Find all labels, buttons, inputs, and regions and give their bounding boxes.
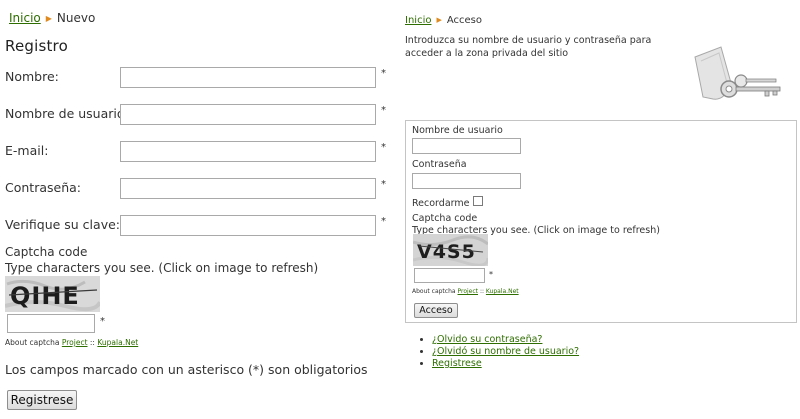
- required-mark: *: [381, 179, 386, 190]
- login-captcha-image[interactable]: V4S5: [413, 234, 488, 266]
- login-password-label: Contraseña: [412, 159, 467, 170]
- required-mark: *: [381, 216, 386, 227]
- login-button[interactable]: Acceso: [414, 303, 458, 318]
- required-mark: *: [100, 316, 105, 327]
- login-panel: Inicio ▶ Acceso Introduzca su nombre de us…: [400, 0, 800, 419]
- login-form: Nombre de usuario Contraseña Recordarme …: [405, 120, 797, 323]
- breadcrumb-current: Acceso: [446, 15, 483, 26]
- breadcrumb-home-link[interactable]: Inicio: [405, 15, 431, 26]
- login-captcha-input[interactable]: [414, 268, 485, 283]
- password-label: Contraseña:: [5, 180, 81, 195]
- required-mark: *: [489, 270, 493, 279]
- email-label: E-mail:: [5, 143, 49, 158]
- captcha-text: QIHE: [10, 282, 80, 310]
- name-field[interactable]: [120, 67, 376, 88]
- register-button[interactable]: Registrese: [7, 390, 77, 410]
- list-item: ¿Olvido su contraseña?: [432, 334, 579, 346]
- username-field[interactable]: [120, 104, 376, 125]
- remember-checkbox[interactable]: [473, 196, 483, 206]
- forgot-password-link[interactable]: ¿Olvido su contraseña?: [432, 334, 542, 345]
- login-captcha-text: V4S5: [417, 241, 476, 263]
- captcha-about-prefix: About captcha: [412, 288, 456, 295]
- required-mark: *: [381, 105, 386, 116]
- captcha-about-separator: ::: [89, 338, 95, 347]
- login-password-field[interactable]: [412, 173, 521, 189]
- username-row: Nombre de usuario: *: [0, 104, 400, 126]
- mandatory-note: Los campos marcado con un asterisco (*) …: [5, 362, 368, 377]
- forgot-username-link[interactable]: ¿Olvidó su nombre de usuario?: [432, 346, 579, 357]
- required-mark: *: [381, 142, 386, 153]
- verify-password-field[interactable]: [120, 215, 376, 236]
- breadcrumb-home-link[interactable]: Inicio: [9, 11, 41, 25]
- login-captcha-about: About captcha Project :: Kupala.Net: [412, 288, 519, 295]
- breadcrumb: Inicio ▶ Nuevo: [9, 11, 95, 25]
- login-username-label: Nombre de usuario: [412, 125, 503, 136]
- captcha-about-prefix: About captcha: [5, 338, 60, 347]
- registration-panel: Inicio ▶ Nuevo Registro Nombre: * Nombre d…: [0, 0, 400, 419]
- captcha-kupala-link[interactable]: Kupala.Net: [486, 288, 519, 295]
- list-item: Registrese: [432, 358, 579, 370]
- captcha-image[interactable]: QIHE: [5, 276, 100, 312]
- login-captcha-label: Captcha code: [412, 213, 478, 224]
- register-link[interactable]: Registrese: [432, 358, 482, 369]
- verify-password-label: Verifique su clave:: [5, 217, 120, 232]
- page-title: Registro: [5, 37, 68, 55]
- verify-password-row: Verifique su clave: *: [0, 215, 400, 237]
- login-username-field[interactable]: [412, 138, 521, 154]
- captcha-about-separator: ::: [479, 288, 484, 295]
- breadcrumb: Inicio ▶ Acceso: [405, 15, 482, 26]
- email-row: E-mail: *: [0, 141, 400, 163]
- login-links: ¿Olvido su contraseña? ¿Olvidó su nombre…: [418, 334, 579, 370]
- captcha-kupala-link[interactable]: Kupala.Net: [97, 338, 138, 347]
- name-row: Nombre: *: [0, 67, 400, 89]
- list-item: ¿Olvidó su nombre de usuario?: [432, 346, 579, 358]
- password-field[interactable]: [120, 178, 376, 199]
- captcha-project-link[interactable]: Project: [457, 288, 478, 295]
- breadcrumb-current: Nuevo: [56, 11, 96, 25]
- login-intro: Introduzca su nombre de usuario y contra…: [405, 35, 652, 59]
- required-mark: *: [381, 68, 386, 79]
- remember-label: Recordarme: [412, 198, 470, 209]
- username-label: Nombre de usuario:: [5, 106, 129, 121]
- keys-icon: [694, 46, 781, 100]
- name-label: Nombre:: [5, 69, 59, 84]
- email-field[interactable]: [120, 141, 376, 162]
- captcha-about: About captcha Project :: Kupala.Net: [5, 338, 138, 347]
- captcha-help: Type characters you see. (Click on image…: [5, 261, 319, 275]
- captcha-input[interactable]: [7, 314, 95, 333]
- breadcrumb-arrow-icon: ▶: [436, 16, 442, 24]
- breadcrumb-arrow-icon: ▶: [45, 14, 52, 23]
- captcha-label: Captcha code: [5, 245, 88, 259]
- password-row: Contraseña: *: [0, 178, 400, 200]
- captcha-project-link[interactable]: Project: [62, 338, 88, 347]
